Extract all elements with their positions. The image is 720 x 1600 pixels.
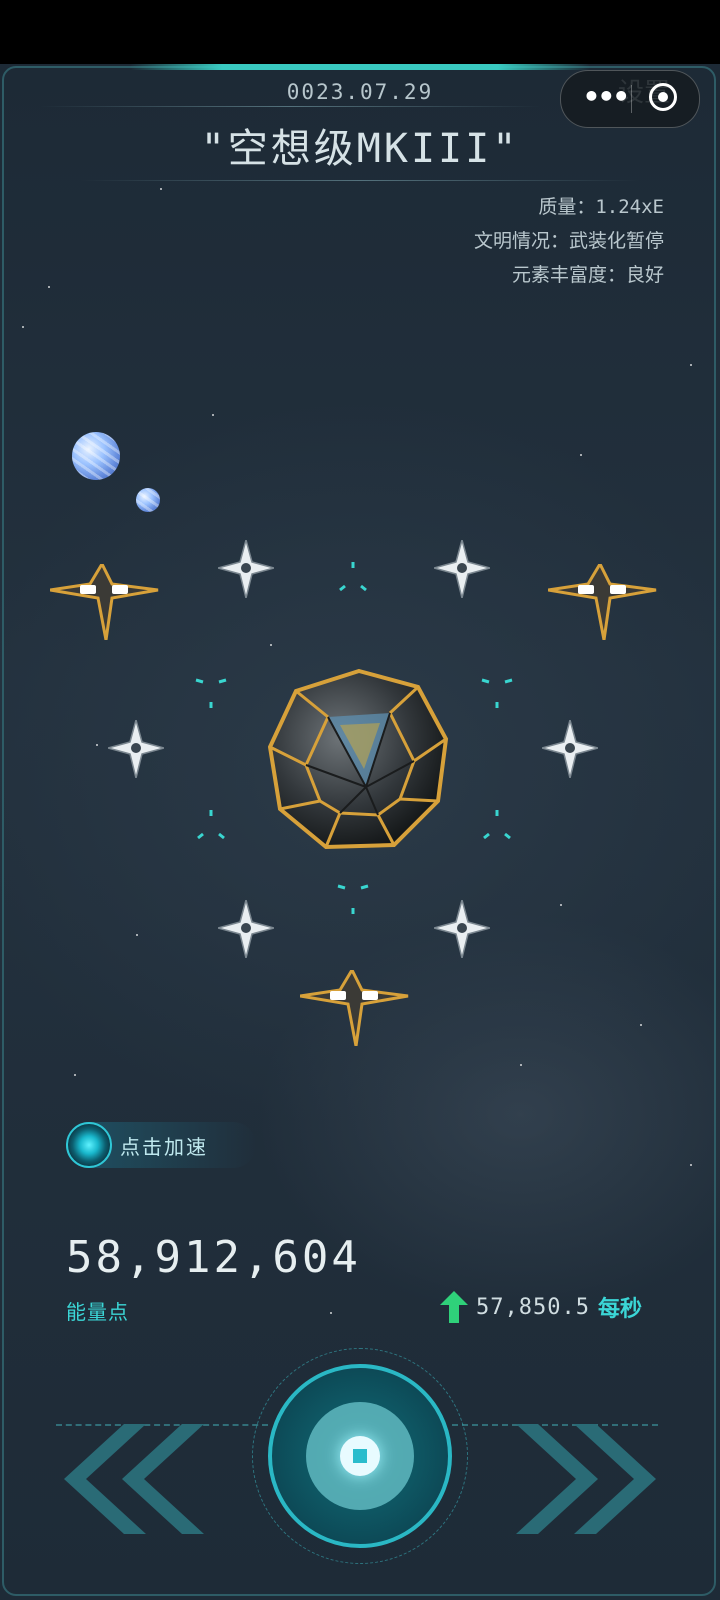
white-ship-icon xyxy=(218,540,274,598)
white-ship-icon xyxy=(218,900,274,958)
divider xyxy=(80,180,640,181)
boost-label: 点击加速 xyxy=(120,1135,208,1159)
star xyxy=(690,364,692,366)
energy-value: 58,912,604 xyxy=(66,1232,361,1283)
slot-marker-icon[interactable] xyxy=(480,676,514,710)
gold-ship-icon xyxy=(300,970,409,1046)
more-dots-icon[interactable]: ••• xyxy=(583,83,630,111)
center-action-button[interactable] xyxy=(268,1364,452,1548)
white-ship-icon xyxy=(434,900,490,958)
star xyxy=(330,1312,332,1314)
star xyxy=(270,644,272,646)
slot-marker-icon[interactable] xyxy=(336,560,370,594)
status-bar xyxy=(0,0,720,64)
star xyxy=(580,454,582,456)
star xyxy=(560,904,562,906)
planet-large[interactable] xyxy=(72,432,120,480)
target-circle-icon[interactable] xyxy=(649,83,677,111)
dyson-sphere-core[interactable] xyxy=(268,669,450,851)
boost-target-icon xyxy=(66,1122,112,1168)
energy-rate: 57,850.5 每秒 xyxy=(440,1290,642,1324)
star xyxy=(136,934,138,936)
star xyxy=(22,326,24,328)
civilization-info: 文明情况：武装化暂停 xyxy=(473,230,664,252)
star xyxy=(96,744,98,746)
frame-top-glow xyxy=(130,64,590,70)
divider xyxy=(40,106,540,107)
star xyxy=(212,414,214,416)
star xyxy=(520,1064,522,1066)
white-ship-icon xyxy=(108,720,164,778)
rate-value: 57,850.5 xyxy=(476,1294,590,1320)
star xyxy=(640,1024,642,1026)
planet-small[interactable] xyxy=(136,488,160,512)
star xyxy=(48,286,50,288)
gold-ship-icon xyxy=(548,564,657,640)
slot-marker-icon[interactable] xyxy=(194,676,228,710)
next-arrow-icon[interactable] xyxy=(506,1424,656,1534)
center-core-icon xyxy=(340,1436,380,1476)
slot-marker-icon[interactable] xyxy=(480,808,514,842)
capsule-divider xyxy=(631,85,632,113)
slot-marker-icon[interactable] xyxy=(336,882,370,916)
elements-info: 元素丰富度：良好 xyxy=(511,264,664,286)
arrow-up-icon xyxy=(440,1291,469,1323)
gold-ship-icon xyxy=(50,564,159,640)
white-ship-icon xyxy=(434,540,490,598)
star xyxy=(160,188,162,190)
slot-marker-icon[interactable] xyxy=(194,808,228,842)
rate-unit: 每秒 xyxy=(597,1297,642,1322)
white-ship-icon xyxy=(542,720,598,778)
boost-button[interactable]: 点击加速 xyxy=(66,1122,256,1168)
mini-program-capsule: ••• xyxy=(560,70,700,128)
energy-label: 能量点 xyxy=(66,1300,129,1324)
game-screen: 0023.07.29 "空想级MKIII" 设置 ••• 质量：1.24xE 文… xyxy=(0,64,720,1600)
mass-info: 质量：1.24xE xyxy=(538,196,664,218)
star xyxy=(74,1074,76,1076)
previous-arrow-icon[interactable] xyxy=(64,1424,214,1534)
star xyxy=(690,1164,692,1166)
